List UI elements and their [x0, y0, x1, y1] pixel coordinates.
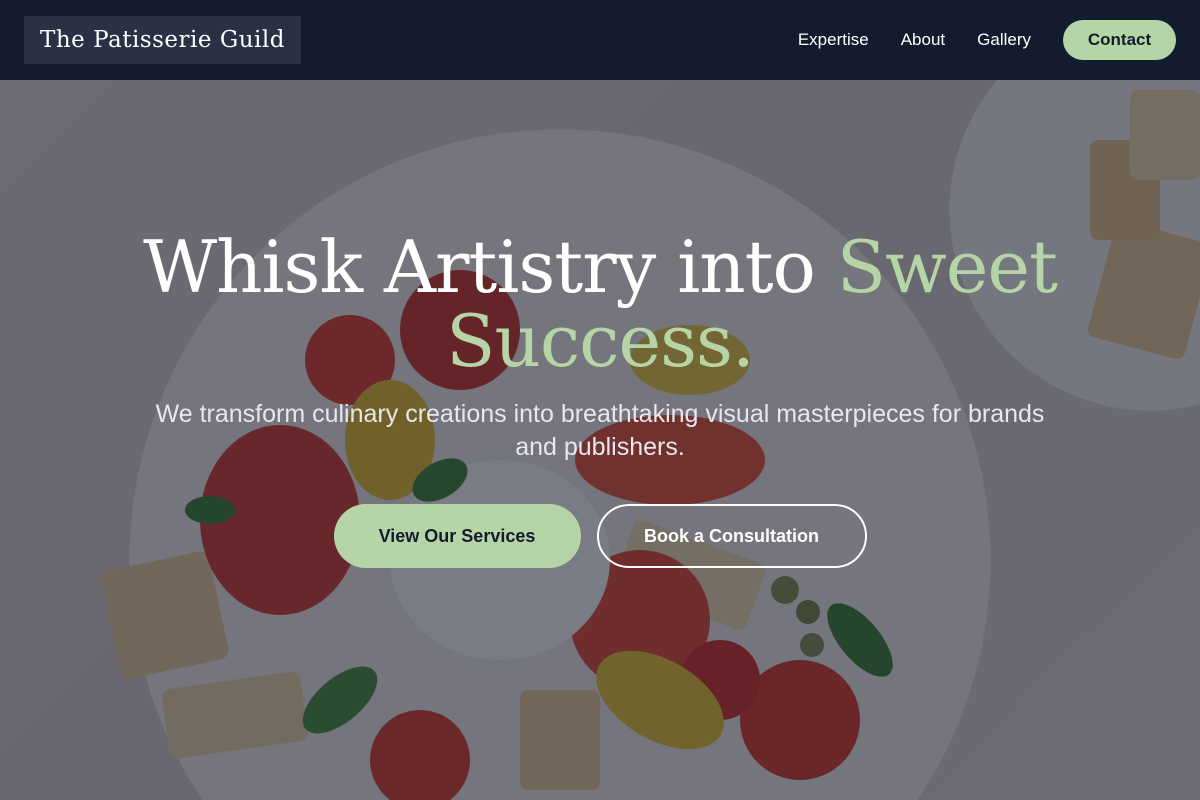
view-services-button[interactable]: View Our Services: [333, 504, 581, 568]
main-nav: Expertise About Gallery Contact: [798, 20, 1176, 60]
site-logo[interactable]: The Patisserie Guild: [24, 16, 301, 64]
hero-section: Whisk Artistry into Sweet Success. We tr…: [0, 80, 1200, 800]
hero-cta-row: View Our Services Book a Consultation: [0, 504, 1200, 568]
hero-subheadline: We transform culinary creations into bre…: [155, 400, 1045, 461]
headline-main-text: Whisk Artistry into: [143, 225, 837, 309]
contact-button[interactable]: Contact: [1063, 20, 1176, 60]
nav-link-expertise[interactable]: Expertise: [798, 30, 869, 50]
hero-headline: Whisk Artistry into Sweet Success.: [100, 230, 1100, 378]
nav-link-gallery[interactable]: Gallery: [977, 30, 1031, 50]
site-header: The Patisserie Guild Expertise About Gal…: [0, 0, 1200, 80]
nav-link-about[interactable]: About: [901, 30, 945, 50]
book-consultation-button[interactable]: Book a Consultation: [596, 504, 867, 568]
